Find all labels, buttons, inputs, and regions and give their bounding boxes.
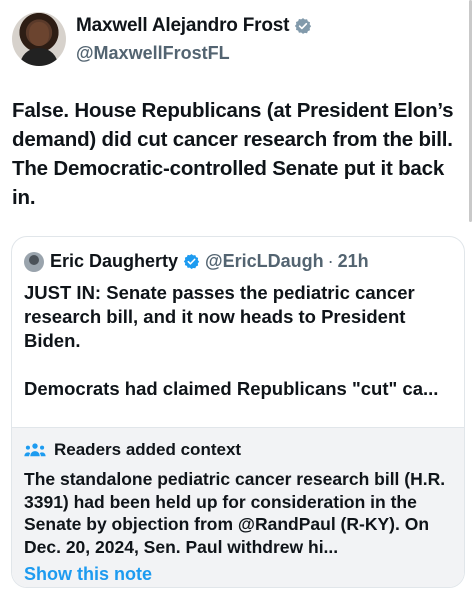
quoted-author-avatar[interactable] [24,251,44,272]
show-this-note-link[interactable]: Show this note [24,564,152,585]
community-note-text: The standalone pediatric cancer research… [24,469,446,557]
community-note-header: Readers added context [24,440,241,460]
verified-badge-icon [295,18,312,34]
quoted-author-name[interactable]: Eric Daugherty [50,251,178,272]
author-name-row: Maxwell Alejandro Frost [76,15,312,37]
community-note: Readers added context The standalone ped… [12,427,464,587]
quoted-timestamp[interactable]: 21h [338,251,369,272]
quoted-header: Eric Daugherty @EricLDaugh · 21h [24,251,369,272]
author-handle[interactable]: @MaxwellFrostFL [76,43,230,64]
separator-dot: · [327,251,334,271]
post-text: False. House Republicans (at President E… [12,99,454,209]
quoted-author-handle[interactable]: @EricLDaugh [205,251,324,272]
community-note-title: Readers added context [54,440,242,459]
author-avatar[interactable] [12,12,66,66]
scrollbar[interactable] [469,0,472,222]
quoted-text: JUST IN: Senate passes the pediatric can… [24,282,439,399]
people-icon [24,443,46,457]
avatar-face [29,22,49,46]
author-name[interactable]: Maxwell Alejandro Frost [76,15,289,37]
quoted-verified-badge-icon [183,254,200,269]
post-header: Maxwell Alejandro Frost @MaxwellFrostFL [12,12,454,68]
quoted-post[interactable]: Eric Daugherty @EricLDaugh · 21h JUST IN… [11,236,465,588]
avatar-shirt [20,48,58,66]
